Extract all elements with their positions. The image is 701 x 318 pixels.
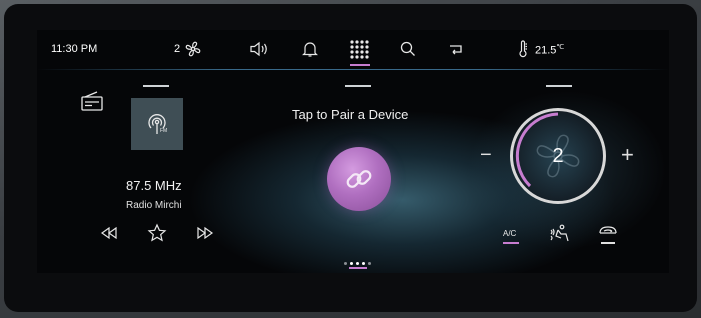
status-bar: 11:30 PM 2 21.5℃: [37, 30, 669, 70]
radio-frequency: 87.5 MHz: [126, 178, 182, 193]
page-dot[interactable]: [344, 262, 347, 265]
favorite-star-icon[interactable]: [147, 223, 167, 248]
temperature-value: 21.5: [535, 44, 557, 57]
clock: 11:30 PM: [51, 43, 98, 55]
station-logo[interactable]: FM: [131, 98, 183, 150]
fan-speed-dial[interactable]: 2: [510, 108, 606, 204]
active-tab-indicator: [350, 64, 370, 66]
recirculation-active-indicator: [601, 242, 615, 244]
page-indicator-underline: [349, 267, 367, 269]
status-bar-divider: [37, 69, 669, 70]
page-dot[interactable]: [368, 262, 371, 265]
fan-icon[interactable]: [184, 40, 202, 58]
link-icon: [346, 170, 372, 188]
page-dot[interactable]: [350, 262, 353, 265]
fast-forward-icon[interactable]: [195, 225, 215, 246]
climate-panel-handle[interactable]: [546, 85, 572, 87]
seat-airflow-icon[interactable]: [549, 224, 571, 249]
pairing-panel-handle[interactable]: [345, 85, 371, 87]
volume-icon[interactable]: [249, 40, 271, 58]
svg-text:FM: FM: [160, 128, 167, 134]
radio-icon[interactable]: [80, 90, 104, 117]
page-dot[interactable]: [362, 262, 365, 265]
page-dot-active[interactable]: [356, 262, 359, 265]
temperature-unit: ℃: [556, 44, 565, 51]
search-icon[interactable]: [399, 40, 417, 58]
fan-level-value: 2: [552, 145, 564, 167]
return-icon[interactable]: [447, 40, 465, 58]
thermometer-icon[interactable]: [517, 40, 529, 58]
apps-grid-icon[interactable]: [349, 39, 369, 59]
fm-broadcast-icon: FM: [148, 114, 167, 134]
ac-active-indicator: [503, 242, 519, 244]
ac-toggle[interactable]: A/C: [503, 229, 516, 238]
radio-panel-handle[interactable]: [143, 85, 169, 87]
temperature-readout: 21.5℃: [535, 43, 564, 57]
bell-icon[interactable]: [301, 40, 319, 58]
fan-decrease-button[interactable]: −: [480, 144, 492, 167]
pair-device-button[interactable]: [327, 147, 391, 211]
fan-increase-button[interactable]: +: [621, 142, 634, 168]
radio-station-name: Radio Mirchi: [126, 200, 182, 211]
pair-device-title: Tap to Pair a Device: [292, 107, 409, 122]
rewind-icon[interactable]: [99, 225, 119, 246]
fan-speed-value: 2: [174, 43, 181, 55]
infotainment-screen: 11:30 PM 2 21.5℃ FM 87.5 MHz Radio Mirch…: [37, 30, 669, 273]
